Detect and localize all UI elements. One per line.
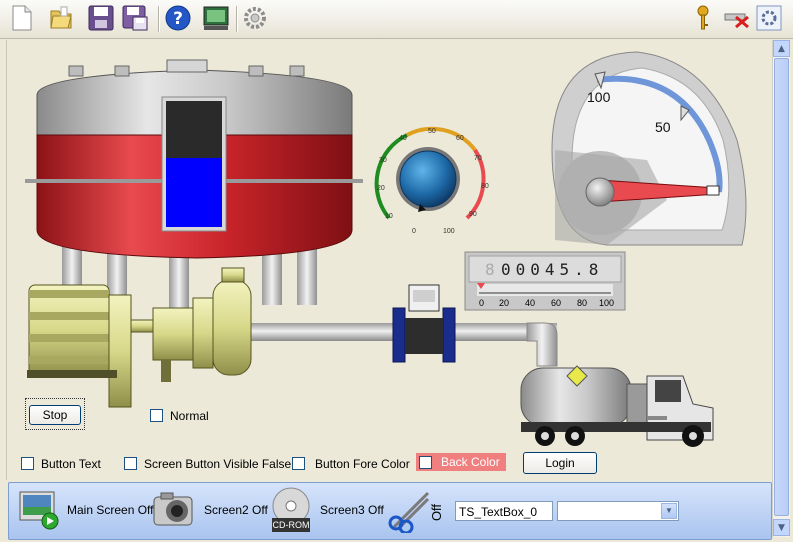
off-vertical-label-box: Off [429, 497, 450, 527]
setpoint-knob[interactable]: 0 10 20 30 40 50 60 70 80 90 100 [372, 123, 489, 235]
flow-tick-40: 40 [525, 298, 535, 308]
knob-tick-10: 10 [385, 213, 393, 220]
knob-tick-30: 30 [379, 157, 387, 164]
toolbar: ? [0, 0, 793, 39]
process-graphic: 8 00045.8 0 20 40 60 80 100 0 10 20 30 4… [25, 51, 747, 447]
svg-text:8: 8 [485, 260, 495, 279]
pressure-gauge: 100 50 [551, 51, 747, 246]
open-folder-icon[interactable] [46, 3, 76, 33]
screen2-label[interactable]: Screen2 Off [204, 503, 268, 517]
combo-box[interactable]: ▼ [557, 501, 679, 521]
visible-false-label: Screen Button Visible False [144, 457, 292, 471]
hmi-icon[interactable] [201, 3, 231, 33]
off-vertical-label: Off [429, 503, 445, 522]
button-text-label: Button Text [41, 457, 101, 471]
ts-textbox[interactable]: TS_TextBox_0 [455, 501, 553, 521]
knob-tick-50: 50 [428, 128, 436, 135]
tank [25, 59, 363, 310]
screen3-label[interactable]: Screen3 Off [320, 503, 384, 517]
cd-rom-caption: CD-ROM [272, 520, 310, 530]
svg-text:?: ? [173, 9, 183, 29]
fore-color-label: Button Fore Color [315, 457, 410, 471]
back-color-label: Back Color [441, 455, 500, 469]
knob-tick-90: 90 [469, 211, 477, 218]
knob-tick-100: 100 [443, 228, 455, 235]
gauge-label-100: 100 [587, 89, 611, 105]
scroll-thumb[interactable] [774, 58, 789, 516]
screen-navigation-bar: Main Screen Off Screen2 Off CD-ROM Scree… [8, 482, 772, 540]
main-screen-icon[interactable] [17, 489, 61, 531]
flow-tick-80: 80 [577, 298, 587, 308]
tank-level-fill [166, 158, 222, 227]
cd-rom-icon[interactable]: CD-ROM [268, 486, 314, 534]
gauge-label-50: 50 [655, 119, 671, 135]
save-icon[interactable] [86, 3, 116, 33]
button-text-checkbox[interactable] [21, 457, 34, 470]
settings-gear-icon[interactable] [241, 3, 271, 33]
normal-checkbox[interactable] [150, 409, 163, 422]
pump [152, 267, 252, 382]
new-file-icon[interactable] [6, 3, 36, 33]
main-screen-label[interactable]: Main Screen Off [67, 503, 153, 517]
flow-display-value: 00045.8 [501, 260, 603, 279]
normal-label: Normal [170, 409, 209, 423]
help-icon[interactable]: ? [163, 3, 193, 33]
chevron-down-icon[interactable]: ▼ [661, 503, 677, 519]
flow-tick-60: 60 [551, 298, 561, 308]
camera-icon[interactable] [151, 489, 197, 531]
flow-meter [392, 284, 456, 363]
flow-tick-20: 20 [499, 298, 509, 308]
visible-false-checkbox[interactable] [124, 457, 137, 470]
key-icon[interactable] [688, 3, 718, 33]
config-icon[interactable] [754, 3, 784, 33]
fore-color-checkbox[interactable] [292, 457, 305, 470]
tanker-truck [520, 365, 714, 447]
flow-tick-0: 0 [479, 298, 484, 308]
knob-tick-70: 70 [474, 155, 482, 162]
flow-display: 8 00045.8 0 20 40 60 80 100 [464, 251, 626, 311]
save-as-icon[interactable] [120, 3, 150, 33]
scroll-up-icon[interactable]: ▲ [773, 40, 790, 57]
knob-tick-0: 0 [412, 228, 416, 235]
vertical-scrollbar[interactable]: ▲ ▼ [772, 40, 790, 537]
knob-tick-60: 60 [456, 135, 464, 142]
stop-button[interactable]: Stop [29, 405, 81, 425]
scissors-icon[interactable] [388, 487, 434, 535]
knob-tick-80: 80 [481, 183, 489, 190]
pipe [207, 323, 557, 341]
disconnect-icon[interactable] [722, 3, 752, 33]
back-color-box[interactable]: Back Color [416, 453, 506, 471]
process-screen: 8 00045.8 0 20 40 60 80 100 0 10 20 30 4… [6, 40, 772, 480]
back-color-checkbox[interactable] [419, 456, 432, 469]
knob-tick-40: 40 [399, 135, 407, 142]
motor [27, 284, 162, 408]
login-button[interactable]: Login [523, 452, 597, 474]
knob-tick-20: 20 [377, 185, 385, 192]
flow-tick-100: 100 [599, 298, 614, 308]
scroll-down-icon[interactable]: ▼ [773, 519, 790, 536]
